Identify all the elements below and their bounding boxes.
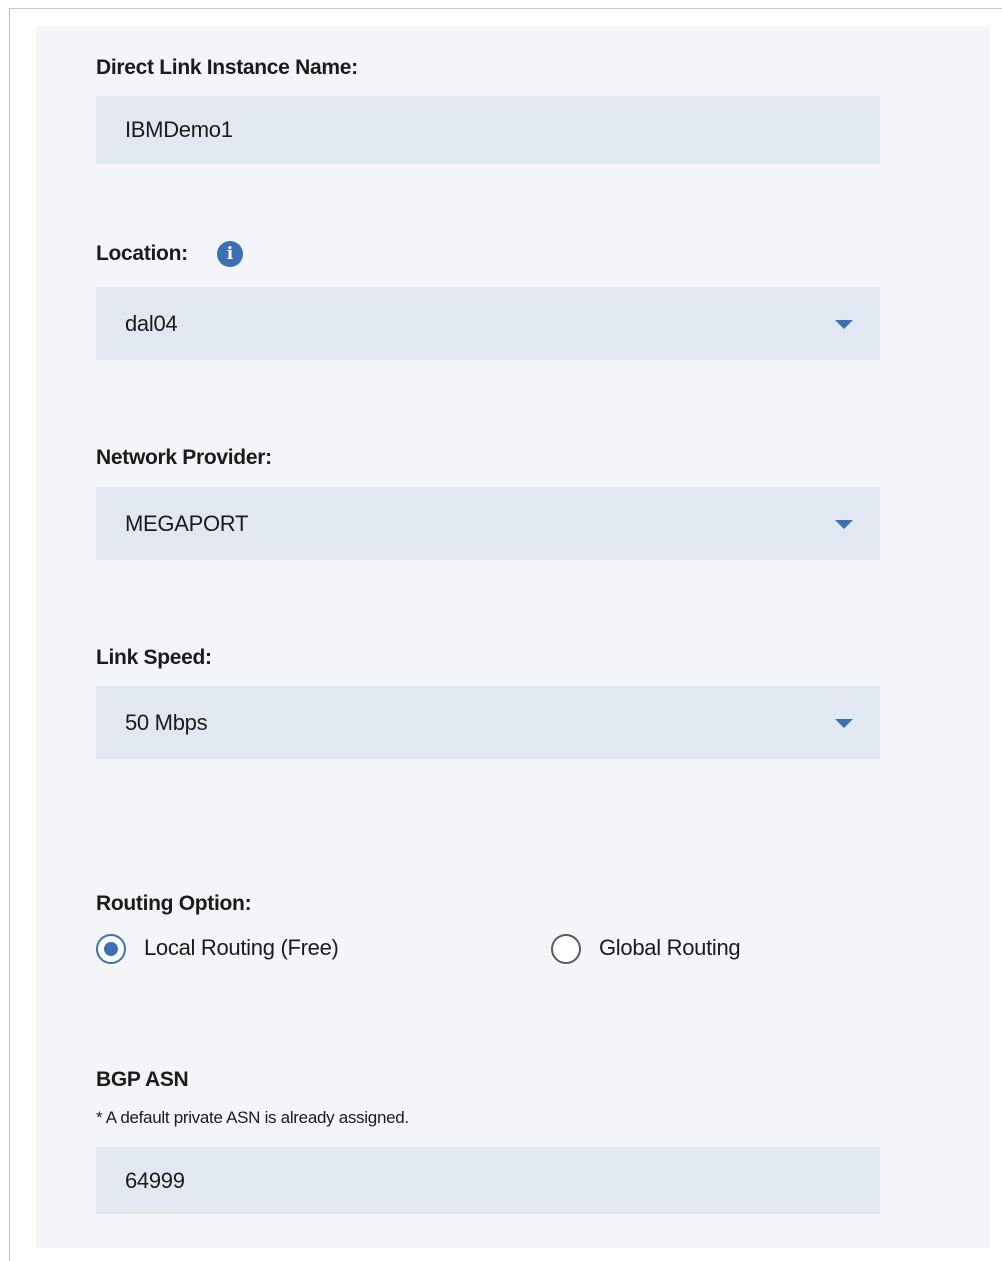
- bgp-asn-input[interactable]: 64999: [96, 1147, 880, 1214]
- bgp-asn-note: * A default private ASN is already assig…: [96, 1108, 409, 1127]
- link-speed-select[interactable]: 50 Mbps: [96, 686, 880, 759]
- info-icon[interactable]: i: [217, 241, 243, 267]
- location-value: dal04: [125, 310, 178, 336]
- bgp-asn-value: 64999: [125, 1167, 185, 1193]
- chevron-down-icon: [835, 519, 853, 529]
- form-panel: [36, 26, 990, 1248]
- local-routing-label[interactable]: Local Routing (Free): [144, 935, 339, 961]
- chevron-down-icon: [835, 718, 853, 728]
- link-speed-label: Link Speed:: [96, 646, 212, 669]
- network-provider-value: MEGAPORT: [125, 510, 249, 536]
- instance-name-input[interactable]: IBMDemo1: [96, 96, 880, 164]
- local-routing-radio[interactable]: [96, 934, 126, 964]
- instance-name-value: IBMDemo1: [125, 117, 233, 142]
- global-routing-radio[interactable]: [551, 934, 581, 964]
- network-provider-select[interactable]: MEGAPORT: [96, 487, 880, 560]
- chevron-down-icon: [835, 319, 853, 329]
- instance-name-label: Direct Link Instance Name:: [96, 56, 358, 79]
- routing-option-label: Routing Option:: [96, 892, 252, 915]
- location-select[interactable]: dal04: [96, 287, 880, 360]
- global-routing-label[interactable]: Global Routing: [599, 935, 741, 961]
- link-speed-value: 50 Mbps: [125, 709, 208, 735]
- location-label: Location:: [96, 242, 188, 265]
- network-provider-label: Network Provider:: [96, 446, 272, 469]
- bgp-asn-label: BGP ASN: [96, 1068, 189, 1091]
